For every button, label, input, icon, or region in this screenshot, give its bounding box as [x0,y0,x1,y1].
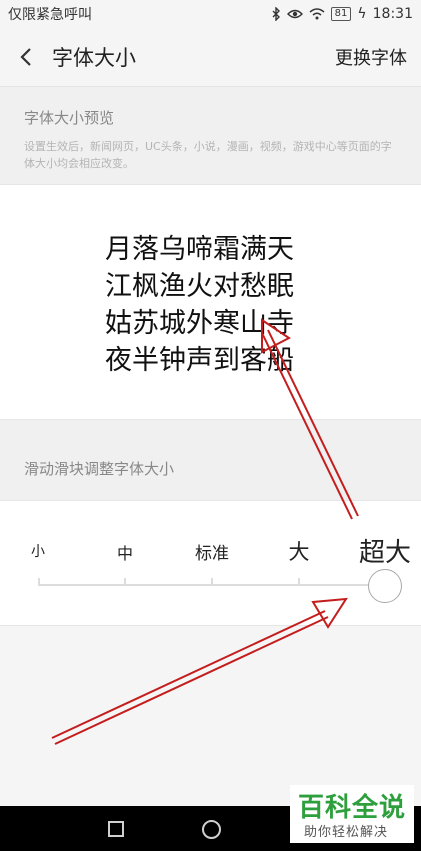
status-icons: 81 ϟ 18:31 [271,6,413,22]
size-option-small[interactable]: 小 [31,541,45,561]
preview-box: 月落乌啼霜满天 江枫渔火对愁眠 姑苏城外寒山寺 夜半钟声到客船 [0,184,421,420]
wifi-icon [309,8,325,20]
size-option-xlarge[interactable]: 超大 [359,532,411,569]
slider-title: 滑动滑块调整字体大小 [24,460,175,478]
clock: 18:31 [372,6,413,22]
back-button[interactable] [0,28,52,86]
page-title: 字体大小 [52,46,136,70]
home-icon[interactable] [202,820,221,839]
carrier-text: 仅限紧急呼叫 [8,7,92,23]
watermark-subtitle: 助你轻松解决 [304,825,389,840]
font-size-slider: 小 中 标准 大 超大 [0,500,421,626]
nav-bar: 字体大小 更换字体 [0,28,421,86]
poem-line: 月落乌啼霜满天 [105,234,294,265]
battery-indicator: 81 [330,7,352,21]
charging-icon: ϟ [357,6,367,22]
slider-tick [38,578,40,586]
status-bar: 仅限紧急呼叫 81 ϟ 18:31 [0,0,421,28]
slider-tick [124,578,126,586]
preview-title: 字体大小预览 [24,109,115,127]
poem-line: 姑苏城外寒山寺 [105,308,294,339]
watermark: 百科全说 助你轻松解决 [290,785,414,843]
size-option-large[interactable]: 大 [289,536,310,566]
preview-description: 设置生效后，新闻网页，UC头条，小说，漫画，视频，游戏中心等页面的字体大小均会相… [24,140,392,170]
size-option-medium[interactable]: 中 [117,540,133,564]
poem-line: 江枫渔火对愁眠 [105,271,294,302]
blank-area [0,626,421,806]
preview-header: 字体大小预览 设置生效后，新闻网页，UC头条，小说，漫画，视频，游戏中心等页面的… [0,86,421,184]
eye-icon [286,9,303,19]
change-font-button[interactable]: 更换字体 [335,28,407,86]
poem-line: 夜半钟声到客船 [105,345,294,376]
watermark-logo: 百科全说 [298,793,407,823]
slider-tick [211,578,213,586]
size-option-standard[interactable]: 标准 [195,539,229,564]
slider-tick [298,578,300,586]
chevron-left-icon [20,48,31,66]
bluetooth-icon [272,7,280,21]
recent-apps-icon[interactable] [108,821,124,837]
slider-header: 滑动滑块调整字体大小 [0,420,421,500]
preview-poem: 月落乌啼霜满天 江枫渔火对愁眠 姑苏城外寒山寺 夜半钟声到客船 [105,231,294,379]
slider-knob[interactable] [368,569,402,603]
